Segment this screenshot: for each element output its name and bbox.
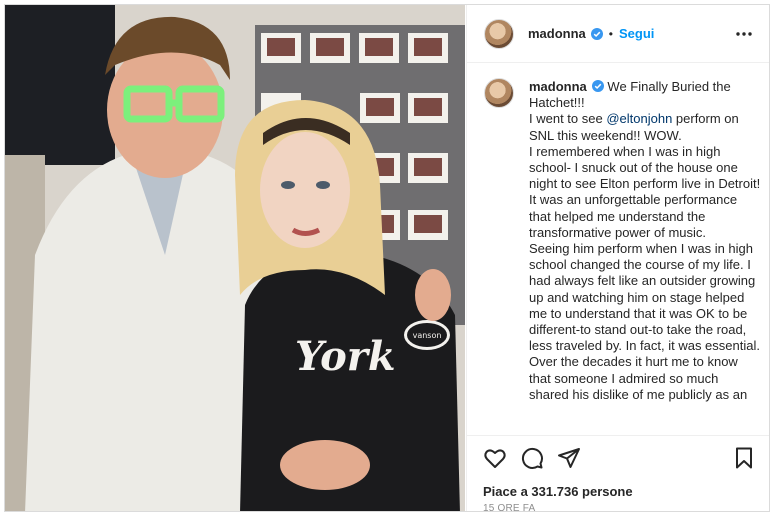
jacket-york-text: York xyxy=(295,333,396,380)
action-bar: Piace a 331.736 persone 15 ORE FA xyxy=(467,435,769,511)
post-header: madonna • Segui xyxy=(467,5,769,63)
caption-line1-pre: I went to see xyxy=(529,111,607,127)
post-timestamp[interactable]: 15 ORE FA xyxy=(483,503,535,511)
heart-icon[interactable] xyxy=(483,446,507,470)
share-icon[interactable] xyxy=(557,446,581,470)
separator-dot: • xyxy=(608,26,613,41)
likes-count[interactable]: Piace a 331.736 persone xyxy=(483,484,633,499)
instagram-post: York vanson madonna • Segui madonna We F… xyxy=(4,4,770,512)
comment-icon[interactable] xyxy=(520,446,544,470)
header-username[interactable]: madonna xyxy=(528,26,586,41)
verified-badge-icon xyxy=(590,27,603,40)
post-sidebar: madonna • Segui madonna We Finally Burie… xyxy=(466,5,769,511)
caption-username[interactable]: madonna xyxy=(529,79,587,94)
avatar[interactable] xyxy=(484,18,514,49)
caption-text: madonna We Finally Buried the Hatchet!!!… xyxy=(529,79,761,403)
bookmark-icon[interactable] xyxy=(732,446,756,470)
caption-avatar[interactable] xyxy=(484,78,514,108)
follow-button[interactable]: Segui xyxy=(619,26,654,41)
more-options-icon[interactable] xyxy=(734,25,754,43)
mention-link[interactable]: @eltonjohn xyxy=(606,111,672,126)
caption-paragraph-4: Over the decades it hurt me to know that… xyxy=(529,354,748,402)
caption-area[interactable]: madonna We Finally Buried the Hatchet!!!… xyxy=(467,63,769,435)
caption-paragraph-3: Seeing him perform when I was in high sc… xyxy=(529,241,760,354)
verified-badge-icon xyxy=(591,80,604,92)
caption-paragraph-2: I remembered when I was in high school- … xyxy=(529,143,761,240)
jacket-patch-text: vanson xyxy=(413,331,442,340)
post-photo[interactable]: York vanson xyxy=(5,5,465,511)
